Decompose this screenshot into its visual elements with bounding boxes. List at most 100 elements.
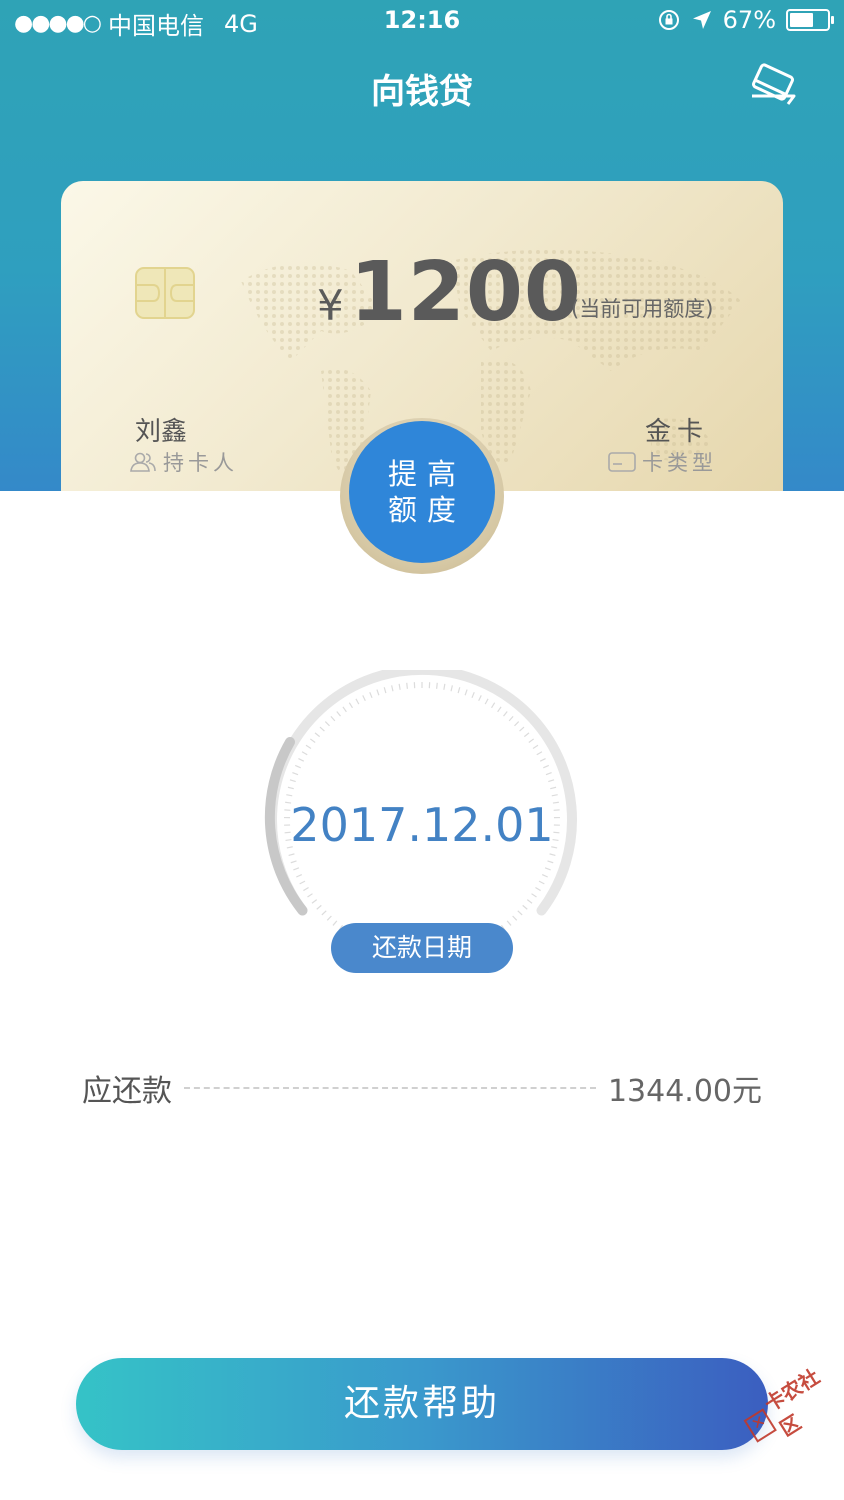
- page-title: 向钱贷: [371, 72, 473, 112]
- gauge-tick: [355, 698, 360, 705]
- raise-limit-line1: 提高: [387, 457, 466, 491]
- gauge-tick: [342, 706, 347, 713]
- gauge-tick: [288, 853, 295, 856]
- location-arrow-icon: [692, 11, 711, 29]
- gauge-tick: [294, 764, 301, 769]
- gauge-tick: [531, 893, 537, 898]
- gauge-tick: [398, 683, 401, 690]
- gauge-tick: [406, 682, 408, 689]
- gauge-tick: [497, 706, 502, 713]
- gauge-tick: [299, 880, 306, 885]
- gauge-tick: [293, 867, 300, 871]
- amount-caption: (当前可用额度): [571, 297, 714, 321]
- gauge-tick: [508, 715, 514, 722]
- gauge-tick: [528, 738, 535, 743]
- gauge-tick: [541, 873, 548, 878]
- gauge-tick: [550, 786, 557, 790]
- due-date-label: 还款日期: [331, 923, 513, 973]
- amount-due-row: 应还款 1344.00元: [82, 1068, 762, 1109]
- card-icon: [608, 452, 636, 472]
- gauge-tick: [551, 794, 558, 797]
- gauge-tick: [522, 904, 528, 910]
- gauge-tick: [512, 915, 518, 921]
- gauge-tick: [548, 779, 555, 783]
- raise-limit-button[interactable]: 提高 额度: [349, 421, 495, 563]
- gauge-tick: [326, 915, 332, 921]
- gauge-tick: [321, 910, 327, 916]
- gauge-tick: [287, 786, 294, 790]
- gauge-tick: [543, 764, 550, 769]
- card-holder-name: 刘鑫: [135, 417, 188, 447]
- card-chip-icon: [135, 267, 195, 319]
- gauge-tick: [369, 692, 373, 699]
- card-holder-label: 持卡人: [129, 447, 238, 477]
- gauge-tick: [544, 867, 551, 871]
- gauge-tick: [296, 873, 303, 878]
- available-amount: ¥ 1200: [317, 245, 582, 340]
- users-icon: [130, 452, 156, 472]
- card-holder-label-text: 持卡人: [163, 451, 238, 475]
- gauge-tick: [309, 738, 316, 743]
- gauge-tick: [506, 920, 512, 926]
- gauge-tick: [298, 758, 305, 762]
- gauge-tick: [457, 687, 461, 694]
- dashed-divider: [184, 1087, 596, 1089]
- gauge-tick: [292, 772, 299, 776]
- gauge-tick: [330, 715, 336, 722]
- amount-due-value: 1344.00元: [607, 1074, 762, 1109]
- gauge-tick: [532, 744, 539, 749]
- battery-level: [790, 13, 813, 27]
- gauge-tick: [491, 702, 496, 709]
- gauge-tick: [539, 758, 546, 762]
- card-type-name: 金卡: [644, 417, 709, 447]
- gauge-tick: [305, 744, 312, 749]
- gauge-tick: [545, 772, 552, 776]
- battery-icon: [786, 9, 834, 31]
- amount-due-label: 应还款: [82, 1074, 172, 1109]
- gauge-tick: [526, 899, 533, 904]
- amount-value: 1200: [349, 245, 582, 340]
- gauge-tick: [464, 689, 468, 696]
- card-type-label: 卡类型: [608, 447, 717, 477]
- repayment-help-button[interactable]: 还款帮助: [76, 1358, 768, 1450]
- gauge-tick: [324, 721, 330, 727]
- gauge-tick: [503, 711, 508, 717]
- gauge-tick: [391, 685, 394, 692]
- gauge-tick: [289, 779, 296, 783]
- gauge-tick: [348, 702, 353, 709]
- gauge-tick: [319, 726, 325, 732]
- gauge-tick: [536, 751, 543, 756]
- gauge-tick: [307, 893, 313, 898]
- gauge-tick: [523, 732, 530, 738]
- gauge-tick: [303, 886, 309, 892]
- gauge-tick: [436, 682, 438, 689]
- gauge-tick: [519, 726, 525, 732]
- gauge-tick: [383, 687, 387, 694]
- gauge-tick: [314, 732, 321, 738]
- gauge-tick: [301, 751, 308, 756]
- currency-symbol: ¥: [317, 281, 344, 330]
- card-type-label-text: 卡类型: [642, 451, 717, 475]
- gauge-tick: [311, 899, 318, 904]
- gauge-tick: [376, 689, 380, 696]
- gauge-tick: [450, 685, 453, 692]
- orientation-lock-icon: [658, 10, 679, 30]
- status-bar: ●●●●○ 中国电信 4G 12:16 67%: [0, 0, 844, 42]
- status-right: 67%: [657, 6, 834, 34]
- gauge-tick: [538, 880, 545, 885]
- gauge-tick: [484, 698, 489, 705]
- gauge-tick: [547, 860, 554, 864]
- gauge-tick: [286, 794, 293, 797]
- gauge-tick: [362, 695, 366, 702]
- gauge-tick: [478, 695, 482, 702]
- raise-limit-line2: 额度: [387, 493, 466, 527]
- gauge-tick: [332, 920, 338, 926]
- gauge-tick: [290, 860, 297, 864]
- battery-percent: 67%: [722, 6, 776, 34]
- card-switch-icon[interactable]: [746, 62, 806, 112]
- gauge-tick: [549, 853, 556, 856]
- due-date: 2017.12.01: [290, 798, 554, 852]
- gauge-tick: [443, 683, 446, 690]
- gauge-tick: [336, 711, 341, 717]
- gauge-tick: [535, 886, 541, 892]
